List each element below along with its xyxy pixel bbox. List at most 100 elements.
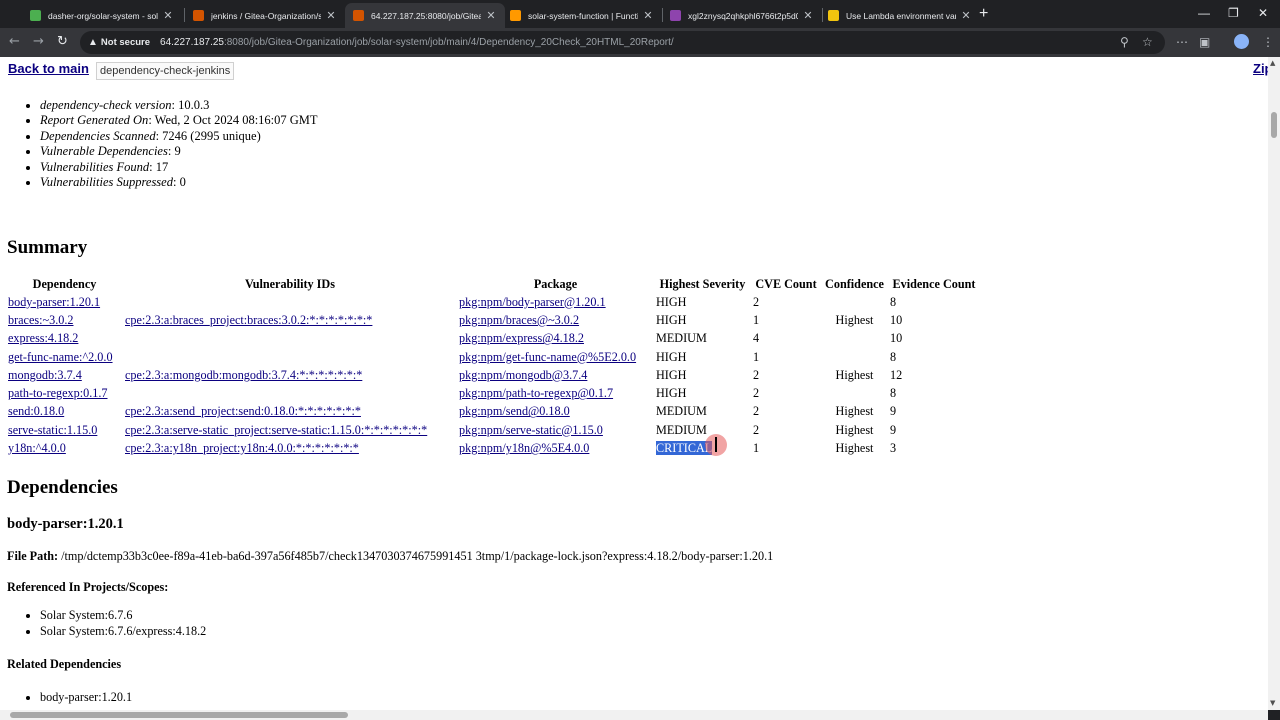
close-tab-icon[interactable]: ✕ bbox=[162, 9, 174, 22]
related-dependencies-heading: Related Dependencies bbox=[7, 657, 122, 671]
table-row: braces:~3.0.2 cpe:2.3:a:braces_project:br… bbox=[6, 311, 980, 329]
package-link[interactable]: pkg:npm/y18n@%5E4.0.0 bbox=[459, 441, 589, 455]
package-link[interactable]: pkg:npm/mongodb@3.7.4 bbox=[459, 368, 587, 382]
col-evidence-count[interactable]: Evidence Count bbox=[888, 275, 980, 293]
table-cell: cpe:2.3:a:mongodb:mongodb:3.7.4:*:*:*:*:… bbox=[123, 366, 457, 384]
file-path-value: /tmp/dctemp33b3c0ee-f89a-41eb-ba6d-397a5… bbox=[61, 549, 774, 563]
evidence-count-cell: 12 bbox=[890, 367, 903, 382]
table-cell: HIGH bbox=[654, 293, 751, 311]
scroll-thumb[interactable] bbox=[10, 712, 348, 718]
severity-cell: MEDIUM bbox=[656, 422, 707, 437]
severity-cell: HIGH bbox=[656, 367, 687, 382]
security-label[interactable]: Not secure bbox=[101, 37, 150, 48]
zoom-icon[interactable]: ⚲ bbox=[1120, 35, 1129, 49]
col-package[interactable]: Package bbox=[457, 275, 654, 293]
close-tab-icon[interactable]: ✕ bbox=[642, 9, 654, 22]
table-cell: Highest bbox=[821, 403, 888, 421]
table-cell: cpe:2.3:a:y18n_project:y18n:4.0.0:*:*:*:… bbox=[123, 439, 457, 457]
dependency-link[interactable]: braces:~3.0.2 bbox=[8, 313, 73, 327]
table-cell: pkg:npm/send@0.18.0 bbox=[457, 403, 654, 421]
vertical-scrollbar[interactable]: ▲ ▼ bbox=[1268, 57, 1280, 710]
cve-count-cell: 1 bbox=[753, 349, 760, 364]
table-cell: serve-static:1.15.0 bbox=[6, 421, 123, 439]
tab-title: jenkins / Gitea-Organization/so bbox=[211, 10, 321, 21]
reload-icon[interactable]: ↻ bbox=[57, 34, 68, 49]
cve-count-cell: 4 bbox=[753, 331, 760, 346]
vulnerability-id-link[interactable]: cpe:2.3:a:mongodb:mongodb:3.7.4:*:*:*:*:… bbox=[125, 368, 362, 382]
close-tab-icon[interactable]: ✕ bbox=[802, 9, 814, 22]
package-link[interactable]: pkg:npm/braces@~3.0.2 bbox=[459, 313, 579, 327]
scroll-up-icon[interactable]: ▲ bbox=[1270, 59, 1275, 67]
restore-icon[interactable]: ❐ bbox=[1228, 6, 1239, 20]
vulnerability-id-link[interactable]: cpe:2.3:a:braces_project:braces:3.0.2:*:… bbox=[125, 313, 372, 327]
minimize-icon[interactable]: — bbox=[1198, 6, 1210, 20]
dependency-link[interactable]: express:4.18.2 bbox=[8, 331, 78, 345]
package-link[interactable]: pkg:npm/send@0.18.0 bbox=[459, 404, 570, 418]
dependency-link[interactable]: serve-static:1.15.0 bbox=[8, 423, 97, 437]
table-cell: Highest bbox=[821, 311, 888, 329]
back-arrow-icon[interactable]: ← bbox=[9, 34, 20, 49]
tab-1[interactable]: dasher-org/solar-system - solar ✕ bbox=[22, 3, 182, 28]
profile-avatar[interactable] bbox=[1234, 34, 1249, 49]
dependency-link[interactable]: get-func-name:^2.0.0 bbox=[8, 350, 113, 364]
forward-arrow-icon[interactable]: → bbox=[33, 34, 44, 49]
scroll-thumb[interactable] bbox=[1271, 112, 1277, 138]
referenced-heading: Referenced In Projects/Scopes: bbox=[7, 580, 169, 594]
table-cell: 1 bbox=[751, 311, 821, 329]
vulnerability-id-link[interactable]: cpe:2.3:a:serve-static_project:serve-sta… bbox=[125, 423, 427, 437]
dependency-link[interactable]: body-parser:1.20.1 bbox=[8, 295, 100, 309]
table-cell: Highest bbox=[821, 421, 888, 439]
tab-favicon-icon bbox=[353, 10, 364, 21]
package-link[interactable]: pkg:npm/get-func-name@%5E2.0.0 bbox=[459, 350, 636, 364]
meta-item: Vulnerabilities Found: 17 bbox=[40, 160, 318, 175]
dependency-link[interactable]: mongodb:3.7.4 bbox=[8, 368, 82, 382]
cve-count-cell: 2 bbox=[753, 422, 760, 437]
tab-4[interactable]: solar-system-function | Functio ✕ bbox=[502, 3, 662, 28]
col-confidence[interactable]: Confidence bbox=[821, 275, 888, 293]
table-cell: path-to-regexp:0.1.7 bbox=[6, 384, 123, 402]
package-link[interactable]: pkg:npm/serve-static@1.15.0 bbox=[459, 423, 603, 437]
col-dependency[interactable]: Dependency bbox=[6, 275, 123, 293]
menu-kebab-icon[interactable]: ⋮ bbox=[1262, 35, 1274, 49]
table-cell: y18n:^4.0.0 bbox=[6, 439, 123, 457]
new-tab-icon[interactable]: + bbox=[979, 5, 988, 23]
tab-title: solar-system-function | Functio bbox=[528, 10, 638, 21]
tab-6[interactable]: Use Lambda environment varia ✕ bbox=[820, 3, 980, 28]
dependency-link[interactable]: path-to-regexp:0.1.7 bbox=[8, 386, 108, 400]
report-meta-list: dependency-check version: 10.0.3 Report … bbox=[22, 98, 318, 190]
close-tab-icon[interactable]: ✕ bbox=[960, 9, 972, 22]
package-link[interactable]: pkg:npm/body-parser@1.20.1 bbox=[459, 295, 606, 309]
extensions-icon[interactable]: ▣ bbox=[1199, 35, 1210, 49]
tab-favicon-icon bbox=[670, 10, 681, 21]
close-tab-icon[interactable]: ✕ bbox=[325, 9, 337, 22]
close-window-icon[interactable]: ✕ bbox=[1258, 6, 1268, 20]
cve-count-cell: 1 bbox=[753, 441, 760, 456]
dependency-link[interactable]: send:0.18.0 bbox=[8, 404, 64, 418]
col-cve-count[interactable]: CVE Count bbox=[751, 275, 821, 293]
tab-2[interactable]: jenkins / Gitea-Organization/so ✕ bbox=[185, 3, 345, 28]
vulnerability-id-link[interactable]: cpe:2.3:a:y18n_project:y18n:4.0.0:*:*:*:… bbox=[125, 441, 359, 455]
package-link[interactable]: pkg:npm/path-to-regexp@0.1.7 bbox=[459, 386, 613, 400]
confidence-cell: Highest bbox=[835, 422, 874, 437]
tab-5[interactable]: xgl2znysq2qhkphl6766t2p5d0 ✕ bbox=[662, 3, 822, 28]
media-icon[interactable]: ⋯ bbox=[1176, 35, 1188, 49]
scroll-down-icon[interactable]: ▼ bbox=[1270, 699, 1275, 707]
close-tab-icon[interactable]: ✕ bbox=[485, 9, 497, 22]
package-link[interactable]: pkg:npm/express@4.18.2 bbox=[459, 331, 584, 345]
col-vulnerability-ids[interactable]: Vulnerability IDs bbox=[123, 275, 457, 293]
address-bar[interactable]: ▲ Not secure 64.227.187.25:8080/job/Gite… bbox=[80, 31, 1165, 54]
horizontal-scrollbar[interactable] bbox=[0, 710, 1268, 720]
bookmark-star-icon[interactable]: ☆ bbox=[1142, 35, 1153, 49]
back-to-main-link[interactable]: Back to main bbox=[8, 61, 89, 76]
table-cell: express:4.18.2 bbox=[6, 330, 123, 348]
table-cell: Highest bbox=[821, 366, 888, 384]
table-cell: pkg:npm/get-func-name@%5E2.0.0 bbox=[457, 348, 654, 366]
vulnerability-id-link[interactable]: cpe:2.3:a:send_project:send:0.18.0:*:*:*… bbox=[125, 404, 361, 418]
table-cell: pkg:npm/express@4.18.2 bbox=[457, 330, 654, 348]
dependency-link[interactable]: y18n:^4.0.0 bbox=[8, 441, 66, 455]
tab-3-active[interactable]: 64.227.187.25:8080/job/Gitea-O ✕ bbox=[345, 3, 505, 28]
table-cell: 2 bbox=[751, 384, 821, 402]
table-cell bbox=[821, 330, 888, 348]
col-highest-severity[interactable]: Highest Severity bbox=[654, 275, 751, 293]
zip-link[interactable]: Zip bbox=[1253, 61, 1268, 76]
